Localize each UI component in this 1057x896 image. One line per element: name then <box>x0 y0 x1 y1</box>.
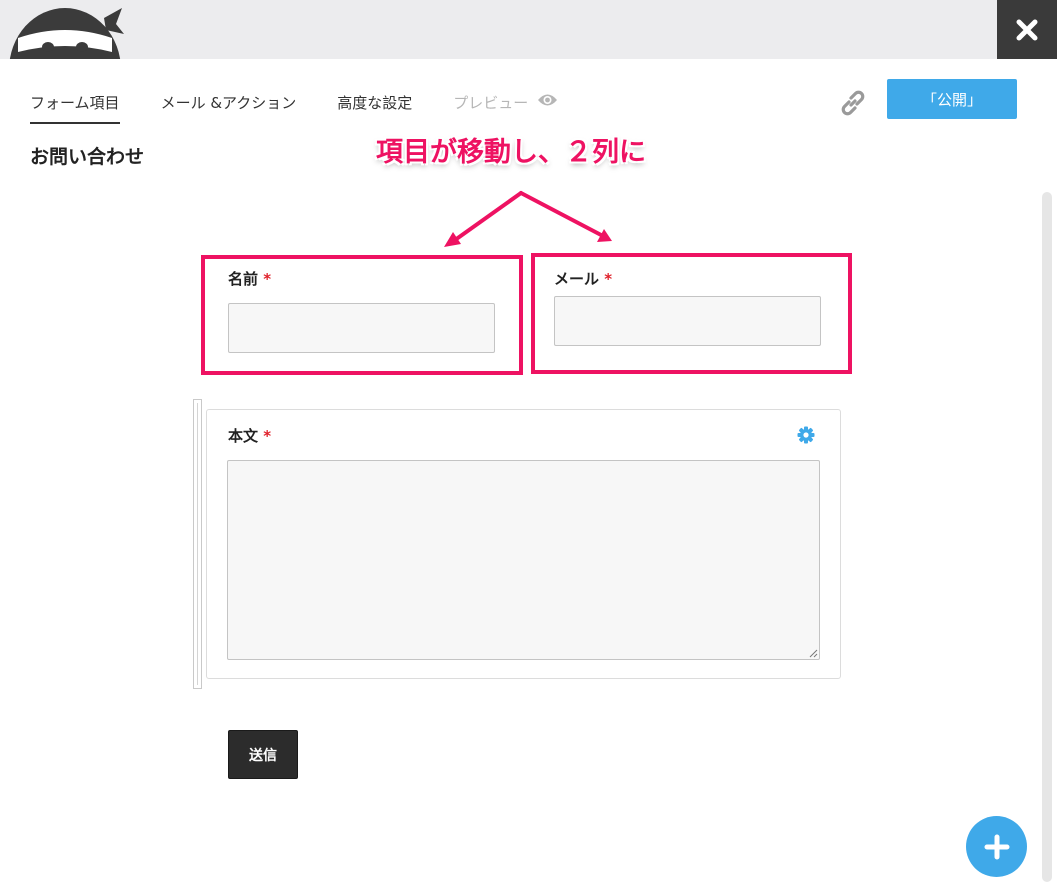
tab-label: プレビュー <box>453 94 529 112</box>
scrollbar[interactable] <box>1042 192 1052 882</box>
close-icon <box>1016 19 1038 40</box>
email-field-label: メール * <box>554 268 612 289</box>
eye-icon <box>538 94 558 106</box>
tab-form-fields[interactable]: フォーム項目 <box>30 92 120 124</box>
link-icon[interactable] <box>838 88 868 118</box>
tab-email-actions[interactable]: メール &アクション <box>161 92 297 124</box>
body-field-label: 本文 * <box>228 425 271 446</box>
gear-icon[interactable] <box>797 426 815 444</box>
top-bar <box>0 0 1057 59</box>
tab-label: 高度な設定 <box>337 94 413 112</box>
body-textarea[interactable] <box>227 460 820 660</box>
required-mark: * <box>604 270 613 288</box>
add-field-button[interactable] <box>966 816 1027 877</box>
publish-button[interactable]: 「公開」 <box>887 79 1017 119</box>
field-label-text: 本文 <box>228 427 259 445</box>
tab-preview[interactable]: プレビュー <box>453 92 558 124</box>
field-label-text: 名前 <box>228 270 259 288</box>
close-button[interactable] <box>997 0 1057 59</box>
field-label-text: メール <box>554 270 600 288</box>
ninja-logo <box>9 8 124 59</box>
resize-grip-icon[interactable] <box>809 649 818 658</box>
name-input[interactable] <box>228 303 495 353</box>
drag-handle[interactable] <box>193 399 202 689</box>
builder-tabs: フォーム項目 メール &アクション 高度な設定 プレビュー <box>30 92 599 124</box>
required-mark: * <box>263 427 272 445</box>
tab-advanced-settings[interactable]: 高度な設定 <box>337 92 412 124</box>
tab-label: メール &アクション <box>160 94 297 112</box>
required-mark: * <box>263 270 272 288</box>
name-field-label: 名前 * <box>228 268 271 289</box>
form-title: お問い合わせ <box>30 146 145 168</box>
annotation-callout: 項目が移動し、２列に <box>376 137 646 168</box>
submit-button[interactable]: 送信 <box>228 730 298 779</box>
plus-icon <box>984 834 1009 859</box>
email-input[interactable] <box>554 296 821 346</box>
tab-label: フォーム項目 <box>30 94 120 112</box>
